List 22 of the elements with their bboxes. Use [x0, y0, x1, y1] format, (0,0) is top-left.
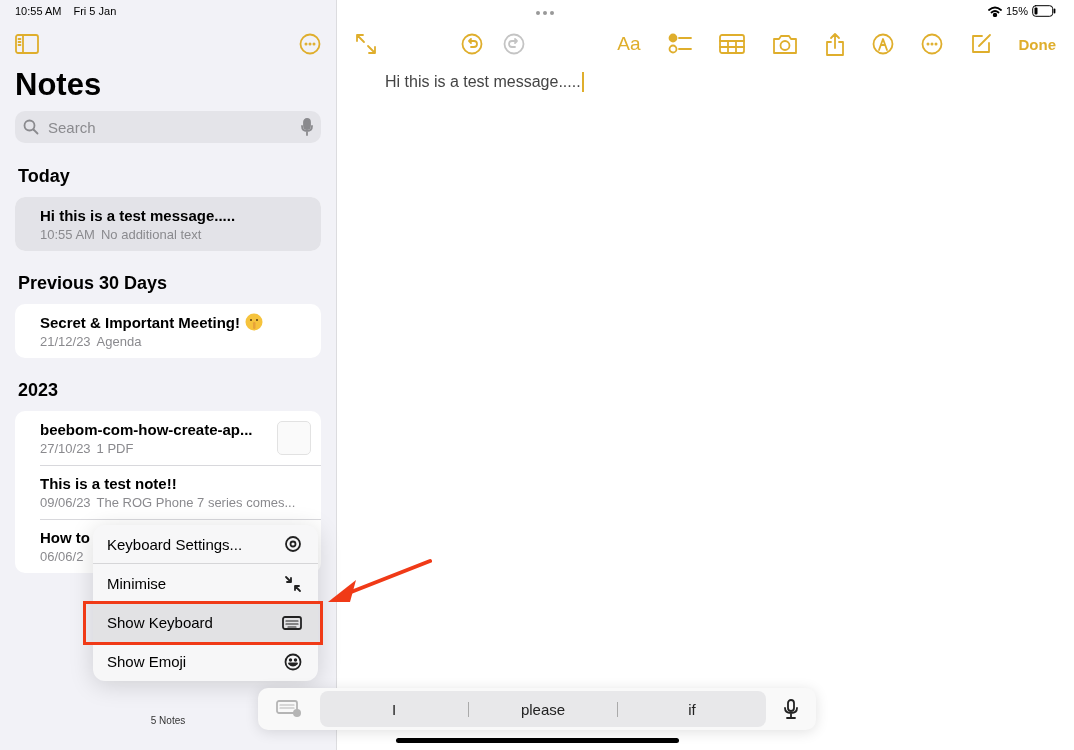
notes-count: 5 Notes: [149, 715, 187, 726]
note-date: 09/06/23: [40, 494, 91, 510]
note-preview: 1 PDF: [96, 440, 134, 456]
note-preview: The ROG Phone 7 series comes...: [96, 494, 296, 510]
section-heading: Previous 30 Days: [18, 273, 169, 294]
note-date: 06/06/2: [40, 548, 84, 564]
note-date: 10:55 AM: [40, 226, 95, 242]
section-heading: 2023: [18, 380, 60, 401]
note-title: This is a test note!!: [40, 474, 177, 492]
note-date: 21/12/23: [40, 334, 91, 349]
note-title: Secret & Important Meeting!: [40, 313, 241, 331]
sidebar-title: Notes: [15, 67, 103, 103]
status-time: 10:55 AM: [15, 5, 62, 19]
note-date: 27/10/23: [40, 440, 91, 456]
battery-percent: 15%: [1005, 5, 1028, 17]
note-preview: No additional text: [100, 226, 202, 242]
status-date: Fri 5 Jan: [73, 5, 117, 19]
section-heading: Today: [18, 166, 71, 187]
note-title: How to: [40, 528, 90, 546]
note-title: Hi this is a test message.....: [40, 206, 236, 224]
note-preview: Agenda: [96, 334, 142, 349]
note-title: beebom-com-how-create-ap...: [40, 420, 253, 438]
